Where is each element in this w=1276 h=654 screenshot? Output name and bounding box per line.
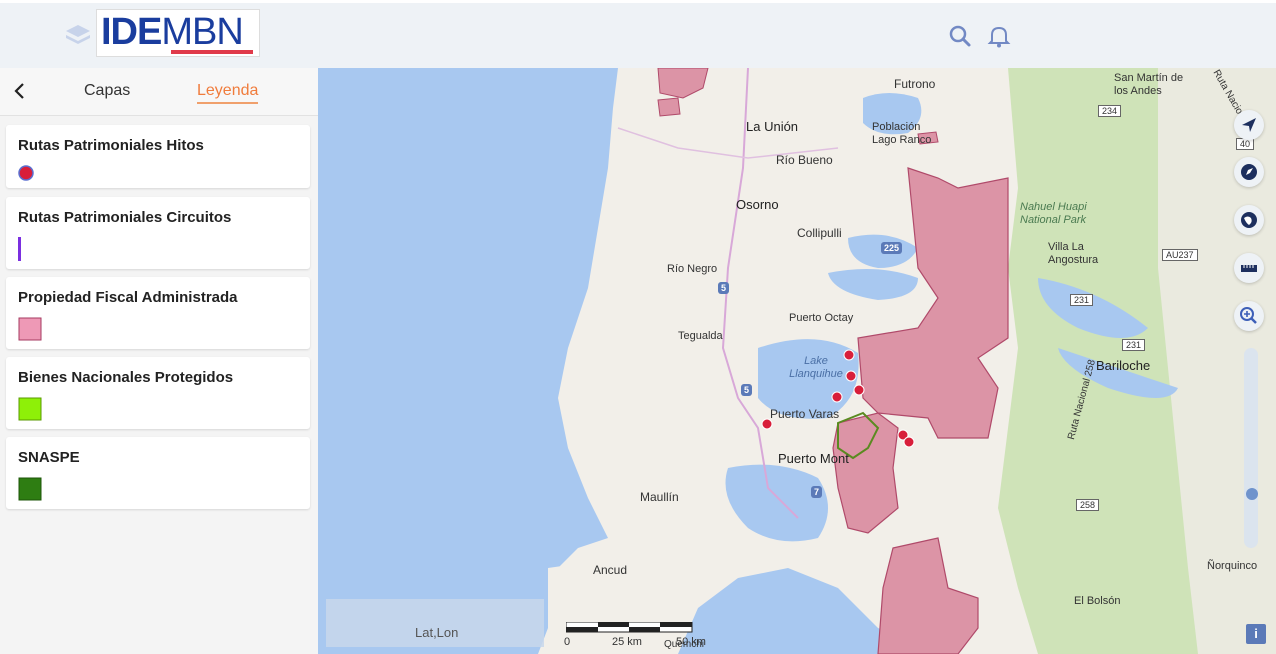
- route-shield: 231: [1122, 339, 1146, 351]
- legend-card-bienes-protegidos: Bienes Nacionales Protegidos: [6, 357, 310, 429]
- legend-title: SNASPE: [18, 449, 80, 466]
- place-label: Río Negro: [667, 263, 718, 275]
- place-label: Osorno: [736, 197, 779, 212]
- tab-leyenda[interactable]: Leyenda: [197, 82, 259, 104]
- route-shield: 7: [811, 486, 823, 498]
- globe-icon: [1241, 212, 1257, 228]
- place-label: Tegualda: [678, 330, 723, 342]
- place-label: Puerto Varas: [770, 407, 840, 421]
- place-label: Ancud: [593, 563, 628, 577]
- app-header: IDEMBN: [0, 0, 1276, 68]
- scale-label: 25 km: [612, 636, 642, 648]
- legend-card-circuitos: Rutas Patrimoniales Circuitos: [6, 197, 310, 269]
- place-label: Collipulli: [797, 226, 842, 240]
- layers-stack-icon: [66, 25, 90, 44]
- logo-mbn-text: MBN: [161, 11, 243, 53]
- navigation-arrow-icon: [1242, 118, 1256, 132]
- legend-card-hitos: Rutas Patrimoniales Hitos: [6, 125, 310, 188]
- red-dot-icon: [18, 165, 34, 181]
- idembn-logo[interactable]: IDEMBN: [96, 9, 260, 57]
- route-shield: 231: [1070, 294, 1094, 306]
- legend-card-propiedad-fiscal: Propiedad Fiscal Administrada: [6, 277, 310, 349]
- latlon-readout: Lat,Lon: [326, 599, 544, 647]
- place-label: Futrono: [894, 77, 936, 91]
- lime-square-icon: [18, 397, 42, 421]
- route-shield: 5: [718, 282, 730, 294]
- legend-title: Rutas Patrimoniales Hitos: [18, 137, 204, 154]
- place-label: Bariloche: [1096, 358, 1151, 373]
- logo-red-bar: [171, 50, 253, 54]
- place-label: Puerto Mont: [778, 451, 849, 466]
- latlon-label: Lat,Lon: [415, 625, 459, 640]
- zoom-slider-handle[interactable]: [1246, 488, 1258, 500]
- legend-panel: Capas Leyenda Rutas Patrimoniales Hitos …: [0, 68, 318, 654]
- place-label: Ñorquinco: [1207, 560, 1258, 572]
- legend-title: Bienes Nacionales Protegidos: [18, 369, 234, 386]
- green-square-icon: [18, 477, 42, 501]
- zoom-in-icon: [1240, 307, 1257, 324]
- pink-square-icon: [18, 317, 42, 341]
- place-label: La Unión: [746, 119, 799, 134]
- scale-bar-graphic: [566, 622, 693, 633]
- ruler-button[interactable]: [1234, 253, 1264, 283]
- tab-capas[interactable]: Capas: [84, 82, 130, 100]
- ruler-icon: [1241, 265, 1257, 272]
- place-label: Maullín: [640, 490, 679, 504]
- place-label: Lake Llanquihue: [789, 355, 843, 380]
- purple-line-icon: [18, 237, 21, 261]
- bell-icon[interactable]: [986, 23, 1012, 49]
- info-button[interactable]: i: [1246, 624, 1266, 644]
- place-label: El Bolsón: [1074, 595, 1121, 607]
- locate-button[interactable]: [1234, 110, 1264, 140]
- legend-title: Propiedad Fiscal Administrada: [18, 289, 238, 306]
- compass-button[interactable]: [1234, 157, 1264, 187]
- search-icon[interactable]: [947, 23, 973, 49]
- place-label: Villa La Angostura: [1048, 241, 1099, 266]
- legend-title: Rutas Patrimoniales Circuitos: [18, 209, 232, 226]
- legend-card-snaspe: SNASPE: [6, 437, 310, 509]
- panel-tabs: Capas Leyenda: [0, 68, 318, 116]
- map-canvas[interactable]: Futrono San Martín de los Andes La Unión…: [318, 68, 1276, 654]
- route-shield: AU237: [1162, 249, 1198, 261]
- compass-icon: [1241, 164, 1257, 180]
- route-shield: 5: [741, 384, 753, 396]
- route-shield: 234: [1098, 105, 1122, 117]
- place-label: San Martín de los Andes: [1114, 72, 1184, 97]
- place-label: Puerto Octay: [789, 312, 854, 324]
- place-label: Población Lago Ranco: [872, 121, 932, 146]
- globe-button[interactable]: [1234, 205, 1264, 235]
- scale-label: 50 km: [676, 636, 706, 648]
- place-label: Nahuel Huapi National Park: [1020, 201, 1087, 226]
- route-shield: 258: [1076, 499, 1100, 511]
- route-shield: 225: [881, 242, 903, 254]
- logo-ide-text: IDE: [101, 11, 162, 53]
- scale-label: 0: [564, 636, 571, 648]
- zoom-in-button[interactable]: [1234, 301, 1264, 331]
- zoom-slider[interactable]: [1244, 348, 1258, 548]
- chevron-left-icon[interactable]: [10, 80, 30, 102]
- place-label: Río Bueno: [776, 153, 833, 167]
